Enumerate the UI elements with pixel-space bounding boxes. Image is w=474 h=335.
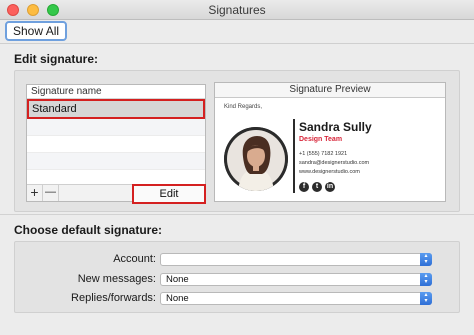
preview-phone: +1 (555) 7182 1921 <box>299 151 348 157</box>
signature-preview-header: Signature Preview <box>215 83 445 98</box>
replies-forwards-label: Replies/forwards: <box>71 292 156 304</box>
list-row <box>27 119 205 136</box>
preview-name: Sandra Sully <box>299 120 372 134</box>
social-icons: f t in <box>299 182 335 192</box>
list-row <box>27 153 205 170</box>
signature-preview: Signature Preview Kind Regards, Sandra S… <box>214 82 446 202</box>
list-row <box>27 136 205 153</box>
preview-website: www.designerstudio.com <box>299 169 360 175</box>
show-all-button[interactable]: Show All <box>5 21 68 41</box>
new-messages-select[interactable]: None ▴ ▾ <box>160 273 432 286</box>
account-select[interactable]: ▴ ▾ <box>160 253 432 266</box>
add-signature-button[interactable]: + <box>27 185 43 201</box>
linkedin-icon: in <box>325 182 335 192</box>
new-messages-select-value: None <box>166 274 189 285</box>
default-signature-heading: Choose default signature: <box>14 223 163 237</box>
account-label: Account: <box>113 253 156 265</box>
edit-signature-button[interactable]: Edit <box>132 184 206 204</box>
signatures-window: Signatures Show All Edit signature: Sign… <box>0 0 474 335</box>
preview-team: Design Team <box>299 136 343 143</box>
toolbar: Show All <box>0 20 474 44</box>
new-messages-label: New messages: <box>77 273 156 285</box>
title-bar: Signatures <box>0 0 474 20</box>
preview-divider <box>293 119 295 193</box>
signature-list-header: Signature name <box>27 85 205 99</box>
replies-forwards-select[interactable]: None ▴ ▾ <box>160 292 432 305</box>
updown-arrows-icon: ▴ ▾ <box>420 273 432 286</box>
replies-forwards-select-value: None <box>166 293 189 304</box>
signature-item-standard[interactable]: Standard <box>27 99 205 119</box>
profile-photo <box>224 127 288 191</box>
updown-arrows-icon: ▴ ▾ <box>420 253 432 266</box>
facebook-icon: f <box>299 182 309 192</box>
preview-email: sandra@designerstudio.com <box>299 160 370 166</box>
updown-arrows-icon: ▴ ▾ <box>420 292 432 305</box>
twitter-icon: t <box>312 182 322 192</box>
remove-signature-button[interactable]: — <box>43 185 59 201</box>
section-divider <box>0 214 474 215</box>
preview-greeting: Kind Regards, <box>224 104 263 110</box>
edit-signature-heading: Edit signature: <box>14 52 99 66</box>
window-title: Signatures <box>208 3 266 17</box>
